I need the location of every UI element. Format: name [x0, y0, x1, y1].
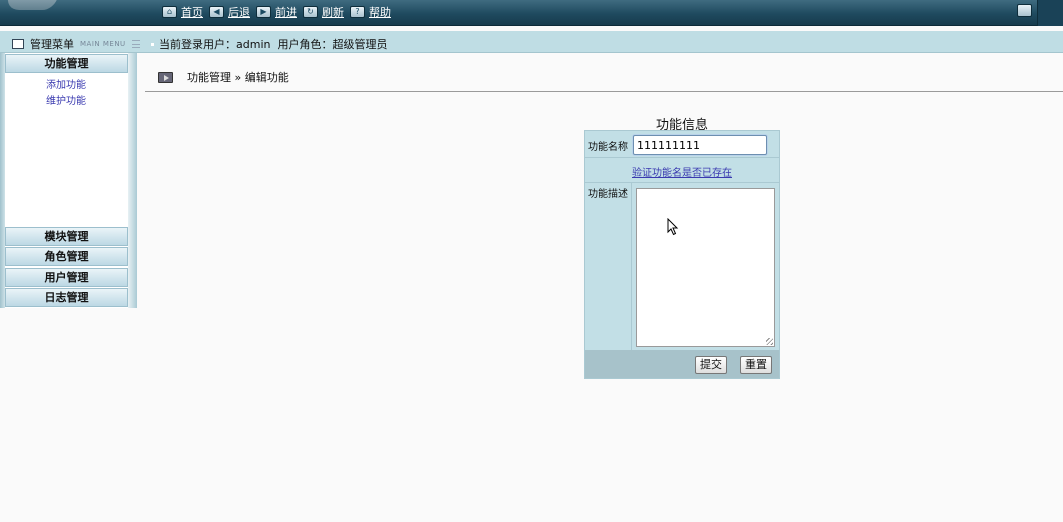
info-bar: 管理菜单 MAIN MENU 当前登录用户：admin 用户角色：超级管理员 [0, 31, 1063, 53]
submit-button[interactable]: 提交 [695, 356, 727, 374]
nav-help-label[interactable]: 帮助 [369, 4, 391, 20]
sidebar-section-role[interactable]: 角色管理 [5, 247, 128, 266]
verify-name-link[interactable]: 验证功能名是否已存在 [585, 164, 779, 179]
function-form: 功能名称 验证功能名是否已存在 功能描述 提交 重置 [584, 130, 780, 379]
menu-icon [12, 39, 24, 49]
nav-refresh[interactable]: ↻ 刷新 [303, 4, 344, 20]
user-info-text: 当前登录用户：admin 用户角色：超级管理员 [159, 38, 388, 51]
sidebar-right-edge [128, 53, 137, 308]
sidebar-link-maintain-function[interactable]: 维护功能 [46, 92, 86, 107]
function-name-input[interactable] [633, 135, 767, 155]
column-separator [631, 182, 632, 350]
top-navigation-bar: ⌂ 首页 ◀ 后退 ▶ 前进 ↻ 刷新 ? 帮助 [0, 0, 1063, 26]
reset-button[interactable]: 重置 [740, 356, 772, 374]
form-divider [585, 182, 779, 183]
help-icon: ? [350, 6, 365, 18]
menu-header: 管理菜单 MAIN MENU [12, 36, 140, 52]
nav-back[interactable]: ◀ 后退 [209, 4, 250, 20]
function-description-textarea[interactable] [636, 188, 775, 347]
nav-help[interactable]: ? 帮助 [350, 4, 391, 20]
breadcrumb: 功能管理 » 编辑功能 [158, 69, 289, 85]
topbar-right-panel [1037, 0, 1063, 26]
sidebar: 功能管理 添加功能 维护功能 模块管理 角色管理 用户管理 日志管理 [0, 53, 137, 308]
sidebar-section-log[interactable]: 日志管理 [5, 288, 128, 307]
nav-home-label[interactable]: 首页 [181, 4, 203, 20]
nav-refresh-label[interactable]: 刷新 [322, 4, 344, 20]
current-user-info: 当前登录用户：admin 用户角色：超级管理员 [151, 36, 387, 52]
sidebar-section-user[interactable]: 用户管理 [5, 268, 128, 287]
sidebar-section-module[interactable]: 模块管理 [5, 227, 128, 246]
sidebar-section-function[interactable]: 功能管理 [5, 54, 128, 73]
divider [145, 91, 1063, 92]
mouse-cursor-icon [667, 218, 679, 236]
nav-back-label[interactable]: 后退 [228, 4, 250, 20]
breadcrumb-text: 功能管理 » 编辑功能 [187, 71, 289, 84]
window-toggle-icon[interactable] [1017, 4, 1032, 17]
nav-forward[interactable]: ▶ 前进 [256, 4, 297, 20]
desc-label: 功能描述 [588, 189, 628, 200]
top-nav: ⌂ 首页 ◀ 后退 ▶ 前进 ↻ 刷新 ? 帮助 [162, 4, 397, 20]
bullet-icon [151, 42, 154, 46]
back-icon: ◀ [209, 6, 224, 18]
name-row: 功能名称 [585, 131, 779, 158]
name-label: 功能名称 [588, 142, 628, 153]
menu-lines-icon [131, 40, 140, 48]
menu-title-en: MAIN MENU [80, 40, 126, 48]
forward-icon: ▶ [256, 6, 271, 18]
breadcrumb-icon [158, 71, 173, 83]
sidebar-link-add-function[interactable]: 添加功能 [46, 76, 86, 91]
menu-title: 管理菜单 [30, 38, 74, 51]
home-icon: ⌂ [162, 6, 177, 18]
button-row: 提交 重置 [585, 350, 779, 378]
nav-forward-label[interactable]: 前进 [275, 4, 297, 20]
refresh-icon: ↻ [303, 6, 318, 18]
nav-home[interactable]: ⌂ 首页 [162, 4, 203, 20]
resize-grip-icon[interactable] [766, 338, 773, 345]
logo [3, 0, 59, 10]
